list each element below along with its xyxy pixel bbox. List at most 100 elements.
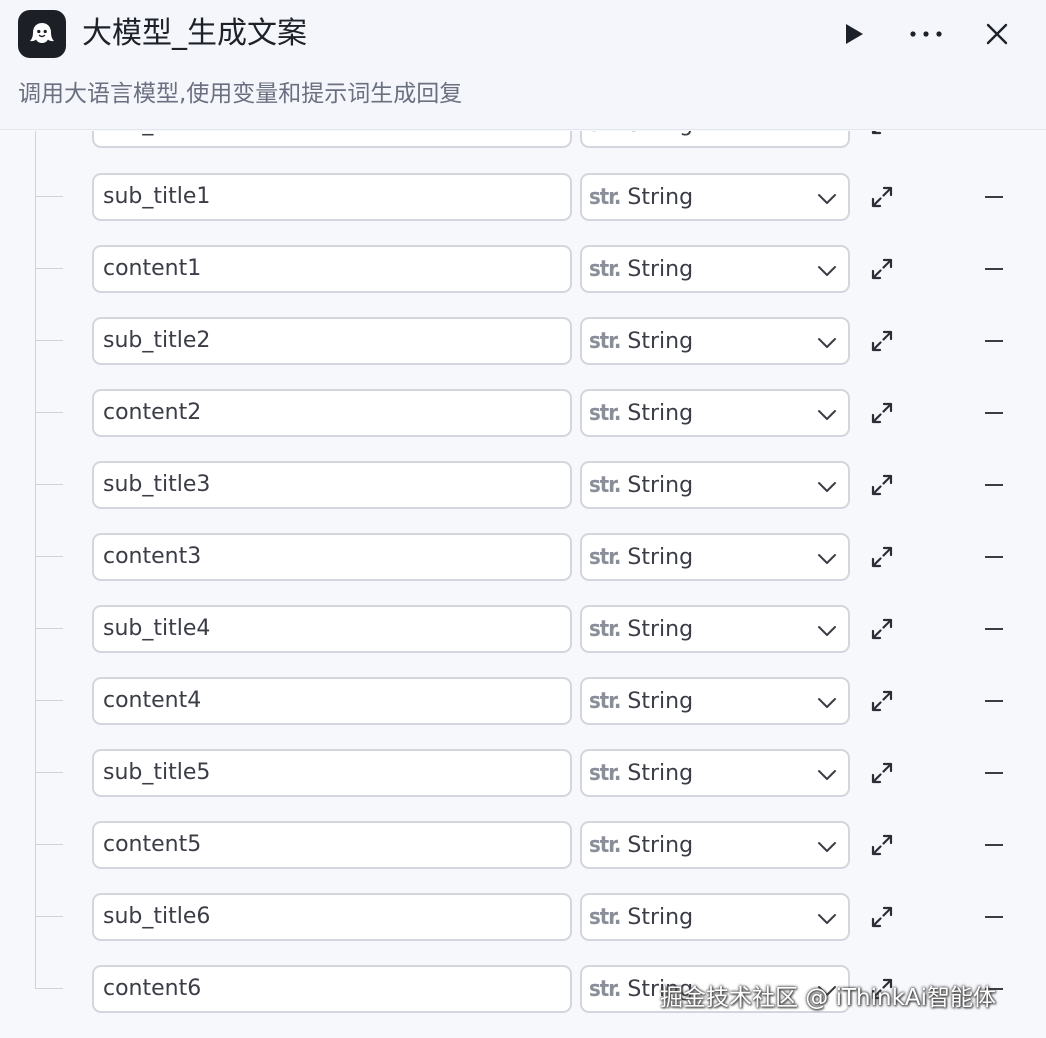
variable-name-input[interactable]: sub_title4: [92, 605, 572, 653]
remove-variable-button[interactable]: [980, 541, 1008, 573]
chevron-down-icon: [816, 836, 838, 862]
variable-type-label: String: [627, 184, 694, 210]
string-type-icon: str.: [589, 400, 621, 426]
output-variable-row: sub_title1 str. String: [0, 171, 1046, 223]
variable-type-label: String: [627, 904, 694, 930]
chevron-down-icon: [816, 908, 838, 934]
expand-icon[interactable]: [866, 613, 898, 645]
minus-icon: [985, 340, 1003, 342]
variable-name-input[interactable]: sub_title: [92, 131, 572, 148]
variable-name-input[interactable]: sub_title5: [92, 749, 572, 797]
tree-branch: [35, 340, 63, 341]
variable-name-input[interactable]: sub_title1: [92, 173, 572, 221]
expand-icon[interactable]: [866, 325, 898, 357]
string-type-icon: str.: [589, 328, 621, 354]
chevron-down-icon: [816, 476, 838, 502]
remove-variable-button[interactable]: [980, 901, 1008, 933]
remove-variable-button[interactable]: [980, 829, 1008, 861]
chevron-down-icon: [816, 764, 838, 790]
variable-type-label: String: [627, 400, 694, 426]
remove-variable-button[interactable]: [980, 757, 1008, 789]
variable-type-select[interactable]: str.String: [580, 749, 850, 797]
expand-icon[interactable]: [866, 131, 898, 140]
variable-type-select[interactable]: str.String: [580, 821, 850, 869]
play-icon: [846, 24, 863, 44]
expand-icon[interactable]: [866, 541, 898, 573]
variable-type-select[interactable]: str.String: [580, 131, 850, 148]
remove-variable-button[interactable]: [980, 397, 1008, 429]
expand-icon[interactable]: [866, 397, 898, 429]
close-icon: [986, 23, 1008, 45]
output-variable-row: content5 str. String: [0, 819, 1046, 871]
close-button[interactable]: [977, 14, 1017, 54]
variable-type-select[interactable]: str.String: [580, 245, 850, 293]
output-variable-row: content3 str. String: [0, 531, 1046, 583]
variable-name-input[interactable]: sub_title3: [92, 461, 572, 509]
tree-branch: [35, 988, 63, 989]
tree-branch: [35, 844, 63, 845]
variable-type-select[interactable]: str.String: [580, 605, 850, 653]
run-button[interactable]: [834, 14, 874, 54]
chevron-down-icon: [816, 188, 838, 214]
expand-icon[interactable]: [866, 757, 898, 789]
minus-icon: [985, 412, 1003, 414]
string-type-icon: str.: [589, 131, 621, 137]
remove-variable-button[interactable]: [980, 469, 1008, 501]
tree-branch: [35, 412, 63, 413]
variable-type-select[interactable]: str.String: [580, 461, 850, 509]
output-variable-row: sub_title6 str. String: [0, 891, 1046, 943]
variable-name-input[interactable]: content5: [92, 821, 572, 869]
minus-icon: [985, 844, 1003, 846]
chevron-down-icon: [816, 332, 838, 358]
variable-type-select[interactable]: str.String: [580, 173, 850, 221]
chevron-down-icon: [816, 692, 838, 718]
expand-icon[interactable]: [866, 685, 898, 717]
output-variable-row-partial: sub_title str. String: [0, 131, 1046, 150]
variable-name-input[interactable]: sub_title6: [92, 893, 572, 941]
minus-icon: [985, 484, 1003, 486]
more-horizontal-icon: [910, 31, 942, 37]
variable-name-input[interactable]: content4: [92, 677, 572, 725]
string-type-icon: str.: [589, 760, 621, 786]
expand-icon[interactable]: [866, 973, 898, 1005]
remove-variable-button[interactable]: [980, 325, 1008, 357]
minus-icon: [985, 700, 1003, 702]
variable-type-select[interactable]: str.String: [580, 533, 850, 581]
variable-name-input[interactable]: content6: [92, 965, 572, 1013]
expand-icon[interactable]: [866, 253, 898, 285]
expand-icon[interactable]: [866, 829, 898, 861]
remove-variable-button[interactable]: [980, 613, 1008, 645]
minus-icon: [985, 916, 1003, 918]
more-button[interactable]: [906, 14, 946, 54]
minus-icon: [985, 268, 1003, 270]
remove-variable-button[interactable]: [980, 685, 1008, 717]
variable-type-select[interactable]: str.String: [580, 893, 850, 941]
variable-type-select[interactable]: str.String: [580, 965, 850, 1013]
string-type-icon: str.: [589, 256, 621, 282]
variable-type-select[interactable]: str.String: [580, 677, 850, 725]
string-type-icon: str.: [589, 832, 621, 858]
variable-name-input[interactable]: content3: [92, 533, 572, 581]
remove-variable-button[interactable]: [980, 973, 1008, 1005]
variable-name-input[interactable]: sub_title2: [92, 317, 572, 365]
remove-variable-button[interactable]: [980, 253, 1008, 285]
variable-name-input[interactable]: content1: [92, 245, 572, 293]
node-header: 大模型_生成文案 调用大语言模型,使用变量和提示词生成回复: [0, 0, 1046, 130]
string-type-icon: str.: [589, 976, 621, 1002]
chevron-down-icon: [816, 620, 838, 646]
expand-icon[interactable]: [866, 469, 898, 501]
minus-icon: [985, 556, 1003, 558]
remove-variable-button[interactable]: [980, 181, 1008, 213]
variable-type-label: String: [627, 832, 694, 858]
variable-name-input[interactable]: content2: [92, 389, 572, 437]
string-type-icon: str.: [589, 544, 621, 570]
variable-type-select[interactable]: str.String: [580, 389, 850, 437]
variable-type-label: String: [627, 256, 694, 282]
variable-type-label: String: [627, 688, 694, 714]
variable-type-label: String: [627, 616, 694, 642]
variable-type-select[interactable]: str.String: [580, 317, 850, 365]
expand-icon[interactable]: [866, 901, 898, 933]
ghost-bot-icon: [18, 10, 66, 58]
minus-icon: [985, 772, 1003, 774]
expand-icon[interactable]: [866, 181, 898, 213]
